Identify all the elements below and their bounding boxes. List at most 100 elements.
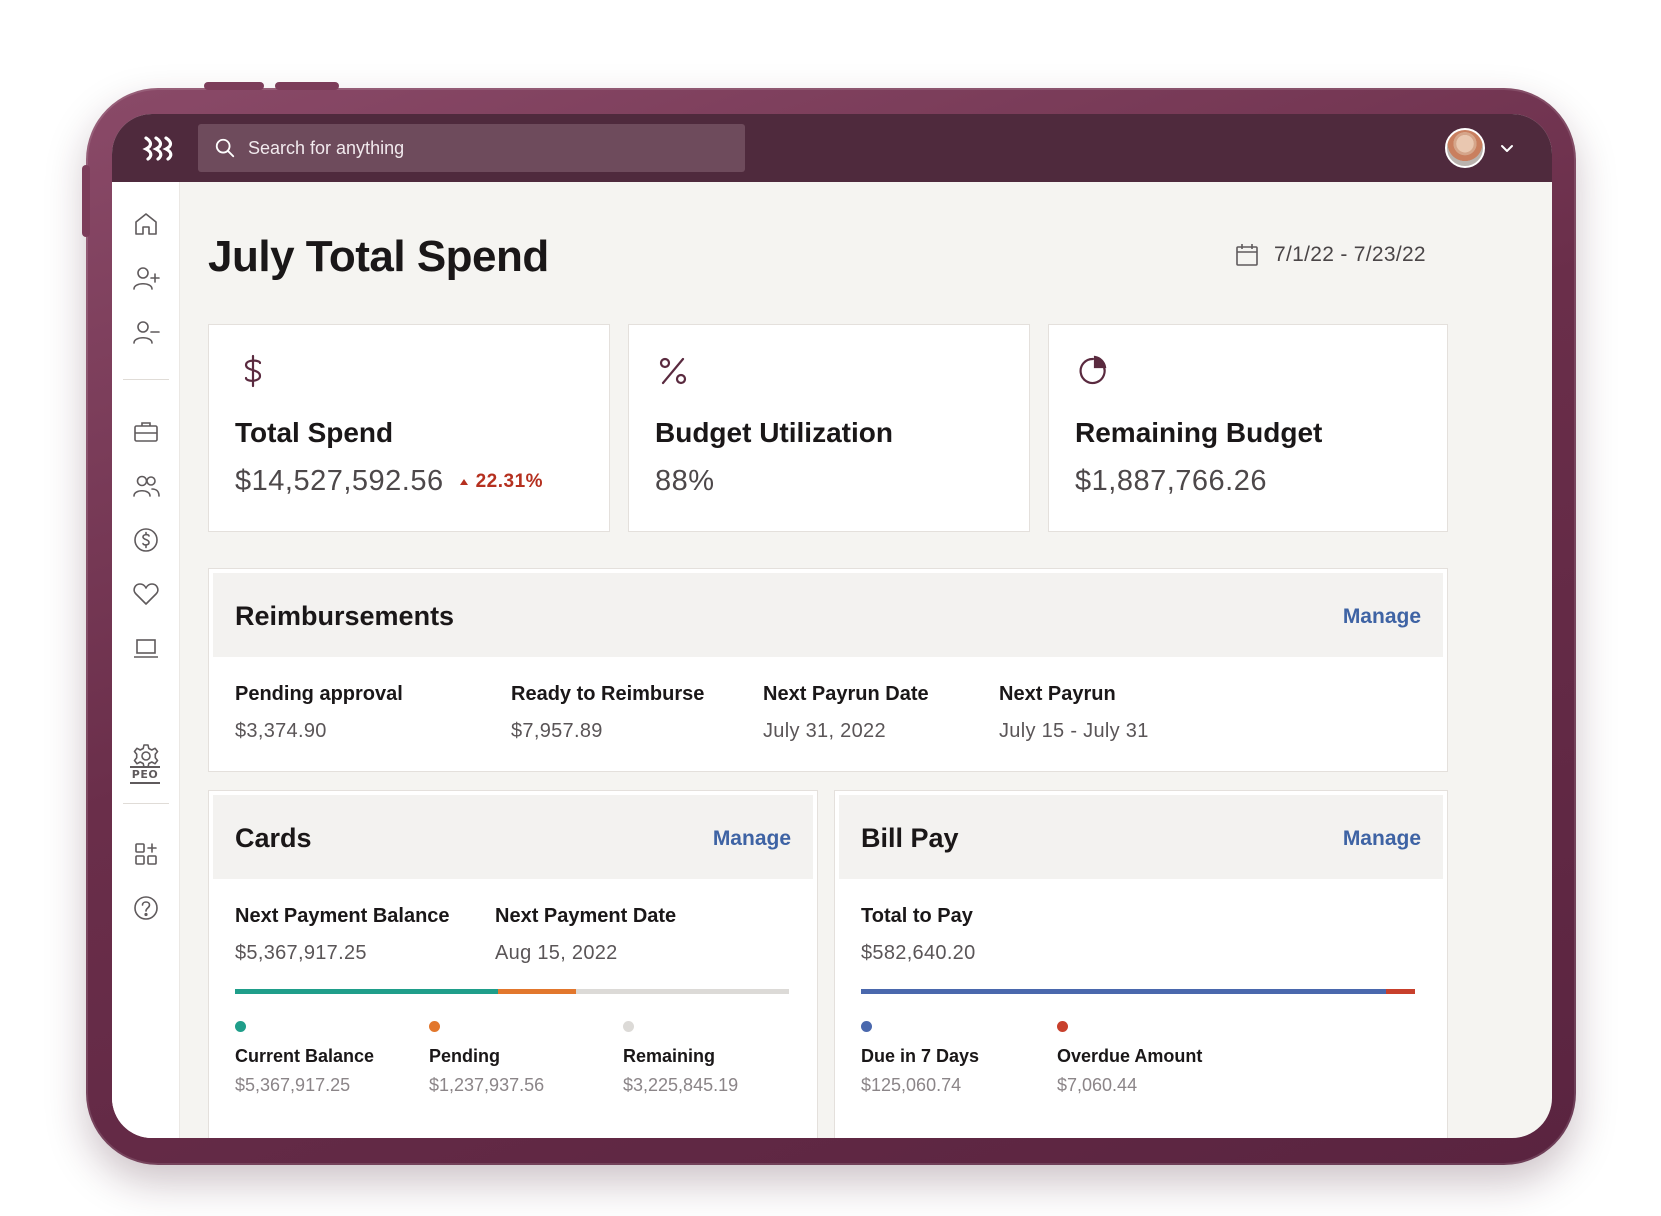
kpi-value: 88% — [655, 465, 715, 497]
legend-value: $125,060.74 — [861, 1075, 962, 1095]
stat-label: Next Payrun — [999, 683, 1116, 705]
date-range-picker[interactable]: 7/1/22 - 7/23/22 — [1234, 242, 1426, 268]
stat-label: Ready to Reimburse — [511, 683, 705, 705]
search-placeholder: Search for anything — [248, 137, 405, 158]
search-icon — [215, 138, 235, 158]
laptop-icon[interactable] — [132, 634, 160, 662]
rippling-logo-icon[interactable] — [142, 134, 176, 162]
stat-value: $582,640.20 — [861, 942, 976, 964]
calendar-icon — [1236, 244, 1258, 266]
bar-segment — [1386, 989, 1415, 994]
legend-overdue-amount: Overdue Amount $7,060.44 — [1057, 1021, 1202, 1096]
briefcase-icon[interactable] — [132, 418, 160, 446]
stat-label: Next Payment Date — [495, 905, 677, 927]
trend-value: 22.31% — [475, 470, 544, 492]
kpi-value-text: $14,527,592.56 — [235, 465, 444, 497]
cards-balance-bar — [235, 989, 789, 994]
stat-value: Aug 15, 2022 — [495, 942, 618, 964]
legend-dot — [623, 1021, 634, 1032]
sidebar-divider — [123, 803, 169, 804]
manage-bill-pay-link[interactable]: Manage — [1343, 827, 1421, 851]
trend-badge: 22.31% — [459, 470, 544, 493]
legend-label: Due in 7 Days — [861, 1046, 980, 1066]
sidebar-divider — [123, 379, 169, 380]
chevron-down-icon[interactable] — [1498, 140, 1516, 158]
legend-value: $7,060.44 — [1057, 1075, 1138, 1095]
kpi-value: $14,527,592.56 22.31% — [235, 465, 543, 498]
stat-label: Next Payment Balance — [235, 905, 450, 927]
stat-value: July 31, 2022 — [763, 720, 886, 742]
legend-label: Overdue Amount — [1057, 1046, 1203, 1066]
bar-segment — [575, 989, 789, 994]
stat-total-to-pay: Total to Pay $582,640.20 — [861, 905, 976, 965]
legend-label: Remaining — [623, 1046, 716, 1066]
stat-next-payrun: Next Payrun July 15 - July 31 — [999, 683, 1149, 743]
bar-segment — [498, 989, 576, 994]
stat-value: July 15 - July 31 — [999, 720, 1149, 742]
legend-dot — [861, 1021, 872, 1032]
legend-remaining: Remaining $3,225,845.19 — [623, 1021, 738, 1096]
sidebar: PEO — [112, 182, 180, 1138]
help-icon[interactable] — [132, 894, 160, 922]
date-range-label: 7/1/22 - 7/23/22 — [1274, 243, 1426, 266]
legend-due-in-7-days: Due in 7 Days $125,060.74 — [861, 1021, 979, 1096]
bar-segment — [861, 989, 1387, 994]
heart-icon[interactable] — [132, 580, 160, 608]
kpi-title: Remaining Budget — [1075, 417, 1323, 448]
panel-title: Bill Pay — [861, 823, 959, 853]
stat-pending-approval: Pending approval $3,374.90 — [235, 683, 403, 743]
bar-segment — [235, 989, 499, 994]
legend-value: $3,225,845.19 — [623, 1075, 739, 1095]
kpi-card-remaining-budget: Remaining Budget $1,887,766.26 — [1048, 324, 1448, 532]
bill-pay-panel: Bill Pay Manage Total to Pay $582,640.20… — [834, 790, 1448, 1138]
stat-value: $7,957.89 — [511, 720, 603, 742]
dollar-icon — [235, 353, 271, 389]
tablet-button — [275, 82, 339, 90]
manage-cards-link[interactable]: Manage — [713, 827, 791, 851]
kpi-title: Budget Utilization — [655, 417, 893, 448]
percent-icon — [655, 353, 691, 389]
legend-label: Pending — [429, 1046, 500, 1066]
tablet-button — [82, 165, 90, 237]
team-icon[interactable] — [132, 472, 160, 500]
stat-next-payrun-date: Next Payrun Date July 31, 2022 — [763, 683, 929, 743]
add-app-icon[interactable] — [132, 840, 160, 868]
gear-icon[interactable] — [132, 742, 160, 770]
stat-label: Pending approval — [235, 683, 403, 705]
home-icon[interactable] — [132, 210, 160, 238]
stat-label: Next Payrun Date — [763, 683, 929, 705]
panel-title: Cards — [235, 823, 312, 853]
legend-value: $1,237,937.56 — [429, 1075, 545, 1095]
cards-panel: Cards Manage Next Payment Balance $5,367… — [208, 790, 818, 1138]
kpi-card-total-spend: Total Spend $14,527,592.56 22.31% — [208, 324, 610, 532]
bill-pay-bar — [861, 989, 1415, 994]
remove-user-icon[interactable] — [132, 318, 160, 346]
avatar[interactable] — [1445, 128, 1485, 168]
reimbursements-panel: Reimbursements Manage Pending approval $… — [208, 568, 1448, 772]
trend-up-icon — [459, 478, 468, 485]
stat-value: $3,374.90 — [235, 720, 327, 742]
legend-value: $5,367,917.25 — [235, 1075, 351, 1095]
legend-pending: Pending $1,237,937.56 — [429, 1021, 544, 1096]
search-input[interactable]: Search for anything — [198, 124, 745, 172]
legend-current-balance: Current Balance $5,367,917.25 — [235, 1021, 374, 1096]
legend-dot — [1057, 1021, 1068, 1032]
tablet-button — [204, 82, 264, 90]
add-user-icon[interactable] — [132, 264, 160, 292]
page-title: July Total Spend — [208, 232, 549, 281]
legend-label: Current Balance — [235, 1046, 375, 1066]
panel-header: Bill Pay Manage — [839, 795, 1443, 879]
stat-next-payment-balance: Next Payment Balance $5,367,917.25 — [235, 905, 450, 965]
panel-header: Reimbursements Manage — [213, 573, 1443, 657]
app-screen: Search for anything PEO July Total Spend… — [112, 114, 1552, 1138]
payroll-icon[interactable] — [132, 526, 160, 554]
stat-next-payment-date: Next Payment Date Aug 15, 2022 — [495, 905, 676, 965]
stat-label: Total to Pay — [861, 905, 973, 927]
top-bar: Search for anything — [112, 114, 1552, 182]
pie-chart-icon — [1075, 353, 1111, 389]
kpi-title: Total Spend — [235, 417, 394, 448]
manage-reimbursements-link[interactable]: Manage — [1343, 605, 1421, 629]
legend-dot — [429, 1021, 440, 1032]
kpi-value: $1,887,766.26 — [1075, 465, 1267, 497]
panel-title: Reimbursements — [235, 601, 455, 631]
